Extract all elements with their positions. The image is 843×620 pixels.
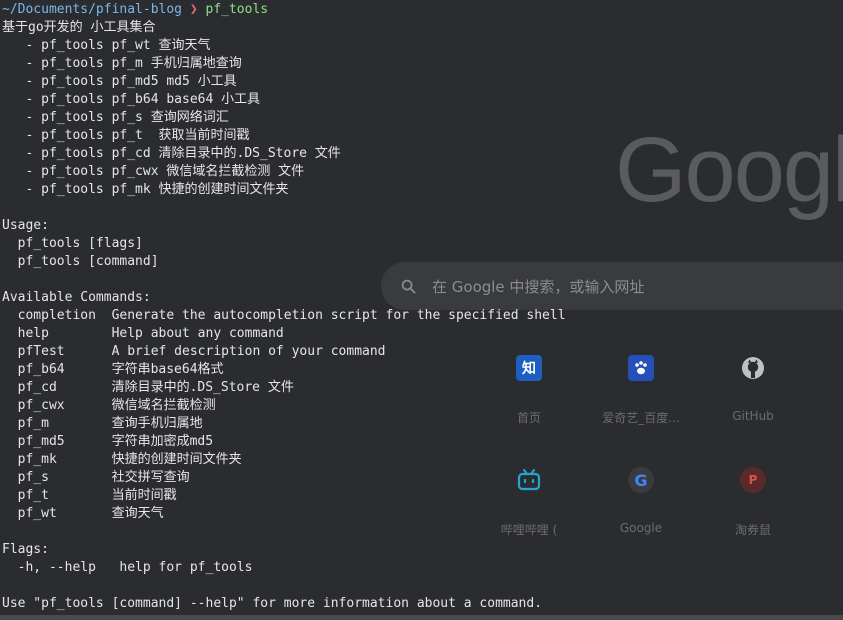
terminal-output[interactable]: ~/Documents/pfinal-blog ❯ pf_tools 基于go开… [2, 1, 566, 613]
shortcut-label: GitHub [732, 409, 774, 423]
output-line: Flags: [2, 542, 49, 557]
github-icon [740, 355, 766, 381]
output-line: pf_b64 字符串base64格式 [2, 362, 224, 377]
shortcut-github[interactable]: GitHub [705, 355, 801, 423]
taoquanshu-icon: P [740, 467, 766, 493]
terminal-status-bar [0, 615, 843, 620]
command-output: 基于go开发的 小工具集合 - pf_tools pf_wt 查询天气 - pf… [2, 19, 566, 613]
output-line: pf_cd 清除目录中的.DS_Store 文件 [2, 380, 294, 395]
output-line: -h, --help help for pf_tools [2, 560, 253, 575]
prompt-chevron-icon: ❯ [189, 2, 198, 17]
output-line: Usage: [2, 218, 49, 233]
output-line: pf_m 查询手机归属地 [2, 416, 203, 431]
shortcut-label: 淘券鼠 [734, 523, 771, 537]
prompt-path: ~/Documents/pfinal-blog [2, 2, 183, 17]
output-line: 基于go开发的 小工具集合 [2, 20, 156, 35]
output-line: pf_t 当前时间戳 [2, 488, 177, 503]
output-line: - pf_tools pf_b64 base64 小工具 [2, 92, 261, 107]
shortcut-label: 爱奇艺_百度... [602, 411, 680, 425]
shortcut-google[interactable]: G Google [593, 467, 689, 535]
shortcut-baidu[interactable]: 爱奇艺_百度... [593, 355, 689, 426]
output-line: pf_wt 查询天气 [2, 506, 164, 521]
output-line: - pf_tools pf_t 获取当前时间戳 [2, 128, 250, 143]
output-line: - pf_tools pf_cwx 微信域名拦截检测 文件 [2, 164, 305, 179]
shortcut-label: Google [619, 521, 663, 535]
output-line: - pf_tools pf_m 手机归属地查询 [2, 56, 242, 71]
output-line: help Help about any command [2, 326, 284, 341]
output-line: - pf_tools pf_s 查询网络词汇 [2, 110, 229, 125]
shortcut-taoquanshu[interactable]: P 淘券鼠 [705, 467, 801, 538]
baidu-paw-icon [628, 355, 654, 381]
prompt-command: pf_tools [205, 2, 269, 17]
prompt-line: ~/Documents/pfinal-blog ❯ pf_tools [2, 1, 566, 19]
output-line: - pf_tools pf_mk 快捷的创建时间文件夹 [2, 182, 289, 197]
output-line: - pf_tools pf_md5 md5 小工具 [2, 74, 237, 89]
output-line: Available Commands: [2, 290, 151, 305]
output-line: pf_mk 快捷的创建时间文件夹 [2, 452, 242, 467]
output-line: Use "pf_tools [command] --help" for more… [2, 596, 543, 611]
output-line: pf_tools [command] [2, 254, 159, 269]
output-line: - pf_tools pf_wt 查询天气 [2, 38, 211, 53]
output-line: - pf_tools pf_cd 清除目录中的.DS_Store 文件 [2, 146, 341, 161]
output-line: pf_md5 字符串加密成md5 [2, 434, 214, 449]
output-line: pf_cwx 微信域名拦截检测 [2, 398, 216, 413]
output-line: pf_tools [flags] [2, 236, 143, 251]
google-g-icon: G [628, 467, 654, 493]
google-logo: Googl [615, 119, 843, 221]
output-line: pfTest A brief description of your comma… [2, 344, 386, 359]
output-line: completion Generate the autocompletion s… [2, 308, 566, 323]
output-line: pf_s 社交拼写查询 [2, 470, 190, 485]
